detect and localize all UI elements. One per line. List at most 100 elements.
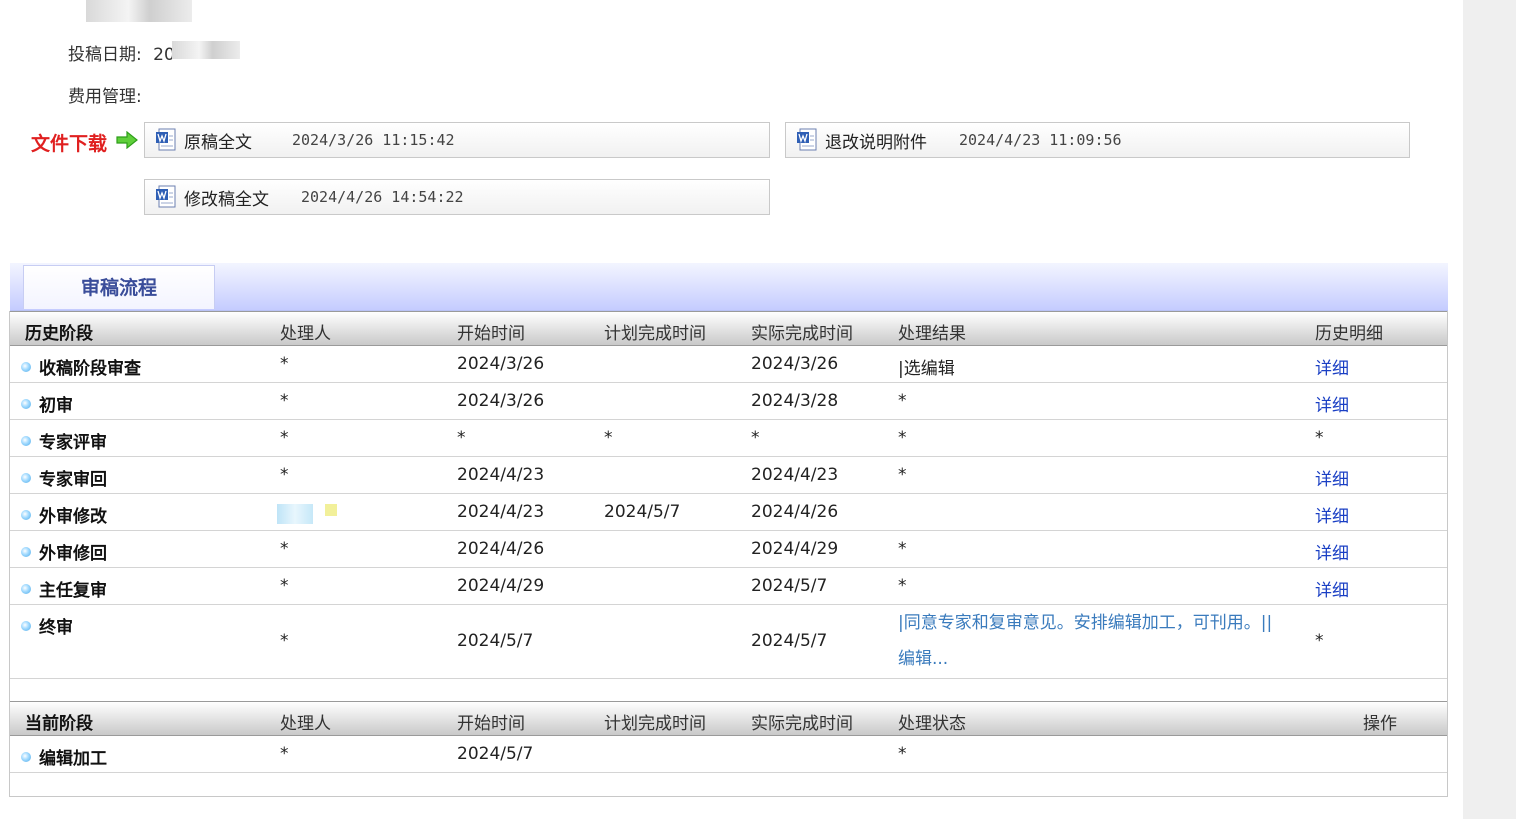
table-row: 编辑加工 * 2024/5/7 *: [10, 736, 1447, 773]
start-time: 2024/3/26: [457, 354, 545, 374]
start-time: 2024/4/23: [457, 502, 545, 522]
table-row: 外审修回 * 2024/4/26 2024/4/29 * 详细: [10, 531, 1447, 568]
col-actual: 实际完成时间: [751, 324, 853, 344]
actual-time: 2024/4/23: [751, 465, 839, 485]
tab-review-flow[interactable]: 审稿流程: [23, 265, 215, 309]
fee-label: 费用管理:: [68, 87, 142, 107]
stage-cell: 编辑加工: [21, 744, 107, 769]
detail-link[interactable]: 详细: [1315, 576, 1349, 601]
result: *: [898, 539, 907, 559]
word-document-icon: [156, 128, 176, 151]
actual-time: 2024/5/7: [751, 631, 828, 651]
bullet-icon: [21, 472, 31, 483]
file-time: 2024/3/26 11:15:42: [292, 131, 455, 149]
word-document-icon: [156, 185, 176, 208]
stage-cell: 专家评审: [21, 428, 107, 453]
current-header-row: 当前阶段 处理人 开始时间 计划完成时间 实际完成时间 处理状态 操作: [10, 701, 1447, 736]
result-link-line2[interactable]: 编辑...: [898, 641, 1308, 677]
stage-name: 初审: [39, 396, 73, 416]
table-row: 专家评审 * * * * * *: [10, 420, 1447, 457]
col-detail: 历史明细: [1315, 324, 1383, 344]
col-action: 操作: [1363, 714, 1397, 734]
actual-time: *: [751, 428, 760, 448]
handler: *: [280, 539, 289, 559]
status: *: [898, 744, 907, 764]
stage-cell: 初审: [21, 391, 73, 416]
detail-value: *: [1315, 631, 1324, 651]
handler: *: [280, 576, 289, 596]
result-link-line1[interactable]: |同意专家和复审意见。安排编辑加工，可刊用。||: [898, 605, 1308, 641]
start-time: 2024/3/26: [457, 391, 545, 411]
detail-link[interactable]: 详细: [1315, 465, 1349, 490]
stage-name: 编辑加工: [39, 749, 107, 769]
stage-name: 外审修改: [39, 507, 107, 527]
stage-cell: 专家审回: [21, 465, 107, 490]
file-name: 退改说明附件: [825, 132, 927, 153]
start-time: 2024/5/7: [457, 744, 534, 764]
file-revision-notes[interactable]: 退改说明附件 2024/4/23 11:09:56: [785, 122, 1410, 158]
table-row: 收稿阶段审查 * 2024/3/26 2024/3/26 |选编辑 详细: [10, 346, 1447, 383]
col-history-stage: 历史阶段: [25, 324, 93, 344]
word-document-icon: [797, 128, 817, 151]
bullet-icon: [21, 751, 31, 762]
start-time: 2024/4/26: [457, 539, 545, 559]
file-revised-manuscript[interactable]: 修改稿全文 2024/4/26 14:54:22: [144, 179, 770, 215]
redacted-handler: [277, 504, 313, 524]
stage-cell: 主任复审: [21, 576, 107, 601]
result: *: [898, 391, 907, 411]
detail-link[interactable]: 详细: [1315, 502, 1349, 527]
handler: *: [280, 631, 289, 651]
submit-date-row: 投稿日期: 20: [68, 40, 175, 65]
table-row: 专家审回 * 2024/4/23 2024/4/23 * 详细: [10, 457, 1447, 494]
stage-cell: 外审修回: [21, 539, 107, 564]
stage-cell: 外审修改: [21, 502, 107, 527]
start-time: *: [457, 428, 466, 448]
actual-time: 2024/3/28: [751, 391, 839, 411]
stage-cell: 收稿阶段审查: [21, 354, 141, 379]
bullet-icon: [21, 620, 31, 631]
detail-link[interactable]: 详细: [1315, 354, 1349, 379]
download-title: 文件下载: [31, 133, 108, 155]
handler: *: [280, 354, 289, 374]
redacted-date: [172, 41, 240, 59]
start-time: 2024/4/23: [457, 465, 545, 485]
handler: *: [280, 744, 289, 764]
planned-time: *: [604, 428, 613, 448]
table-row: 外审修改 2024/4/23 2024/5/7 2024/4/26 详细: [10, 494, 1447, 531]
result: *: [898, 428, 907, 448]
stage-name: 主任复审: [39, 581, 107, 601]
col-current-stage: 当前阶段: [25, 714, 93, 734]
actual-time: 2024/4/26: [751, 502, 839, 522]
table-row: 初审 * 2024/3/26 2024/3/28 * 详细: [10, 383, 1447, 420]
review-flow-header: 审稿流程: [10, 263, 1448, 311]
result-link-block[interactable]: |同意专家和复审意见。安排编辑加工，可刊用。|| 编辑...: [898, 605, 1308, 677]
file-time: 2024/4/26 14:54:22: [301, 188, 464, 206]
actual-time: 2024/5/7: [751, 576, 828, 596]
file-name: 修改稿全文: [184, 189, 269, 210]
col-actual: 实际完成时间: [751, 714, 853, 734]
col-planned: 计划完成时间: [604, 324, 706, 344]
bullet-icon: [21, 509, 31, 520]
bullet-icon: [21, 361, 31, 372]
actual-time: 2024/4/29: [751, 539, 839, 559]
handler: *: [280, 391, 289, 411]
result: *: [898, 576, 907, 596]
start-time: 2024/4/29: [457, 576, 545, 596]
spacer-row: [10, 679, 1447, 702]
col-planned: 计划完成时间: [604, 714, 706, 734]
stage-cell: 终审: [21, 613, 73, 638]
detail-link[interactable]: 详细: [1315, 391, 1349, 416]
stage-name: 终审: [39, 618, 73, 638]
file-original-manuscript[interactable]: 原稿全文 2024/3/26 11:15:42: [144, 122, 770, 158]
arrow-right-icon: [116, 131, 138, 149]
redacted-title: [86, 0, 192, 22]
stage-name: 外审修回: [39, 544, 107, 564]
detail-link[interactable]: 详细: [1315, 539, 1349, 564]
actual-time: 2024/3/26: [751, 354, 839, 374]
scrollbar-track[interactable]: [1463, 0, 1516, 819]
detail-value: *: [1315, 428, 1324, 448]
table-row: 终审 * 2024/5/7 2024/5/7 |同意专家和复审意见。安排编辑加工…: [10, 605, 1447, 679]
stage-name: 收稿阶段审查: [39, 359, 141, 379]
col-handler: 处理人: [280, 324, 331, 344]
col-status: 处理状态: [898, 714, 966, 734]
